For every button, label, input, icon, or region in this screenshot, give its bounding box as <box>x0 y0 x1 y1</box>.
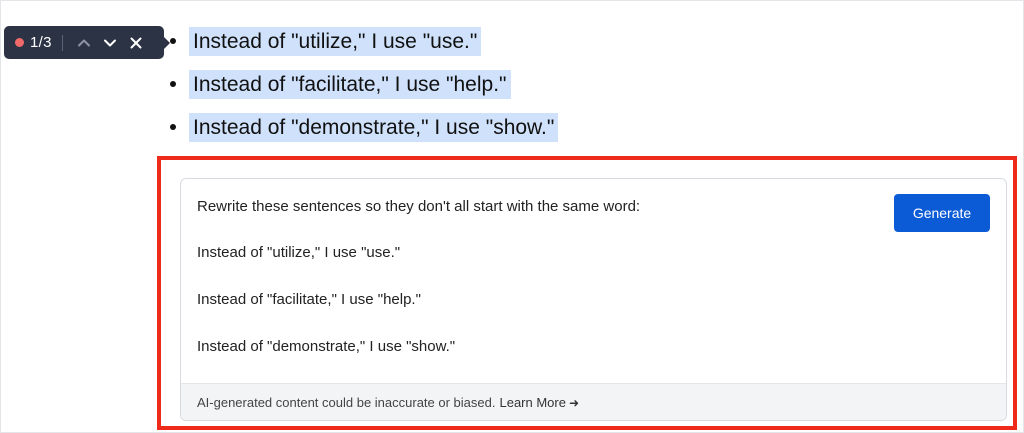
chevron-up-icon <box>77 39 90 46</box>
chevron-down-icon <box>103 39 116 46</box>
match-indicator-dot <box>15 38 24 47</box>
highlighted-sentence[interactable]: Instead of "facilitate," I use "help." <box>189 70 511 99</box>
prompt-line: Instead of "utilize," I use "use." <box>197 244 401 261</box>
close-find-button[interactable] <box>123 30 149 56</box>
highlighted-sentence[interactable]: Instead of "utilize," I use "use." <box>189 27 482 56</box>
prompt-line: Instead of "demonstrate," I use "show." <box>197 338 456 355</box>
learn-more-link[interactable]: Learn More ➜ <box>499 395 579 410</box>
match-count: 1/3 <box>30 34 52 51</box>
disclaimer-text: AI-generated content could be inaccurate… <box>197 394 496 410</box>
bullet-dot <box>170 38 176 44</box>
previous-match-button[interactable] <box>71 30 97 56</box>
generate-button[interactable]: Generate <box>894 194 990 232</box>
toolbar-divider <box>61 34 63 51</box>
prompt-line: Instead of "facilitate," I use "help." <box>197 291 421 308</box>
close-icon <box>130 37 142 48</box>
next-match-button[interactable] <box>97 30 123 56</box>
ai-prompt-card: Rewrite these sentences so they don't al… <box>180 178 1007 421</box>
arrow-right-icon: ➜ <box>568 395 580 410</box>
prompt-instruction: Rewrite these sentences so they don't al… <box>197 198 641 215</box>
disclaimer-footer: AI-generated content could be inaccurate… <box>181 383 1006 420</box>
bullet-dot <box>170 81 176 87</box>
highlighted-sentence[interactable]: Instead of "demonstrate," I use "show." <box>189 113 559 142</box>
bullet-dot <box>170 124 176 130</box>
find-toolbar: 1/3 <box>4 26 170 59</box>
learn-more-label: Learn More <box>499 394 566 410</box>
